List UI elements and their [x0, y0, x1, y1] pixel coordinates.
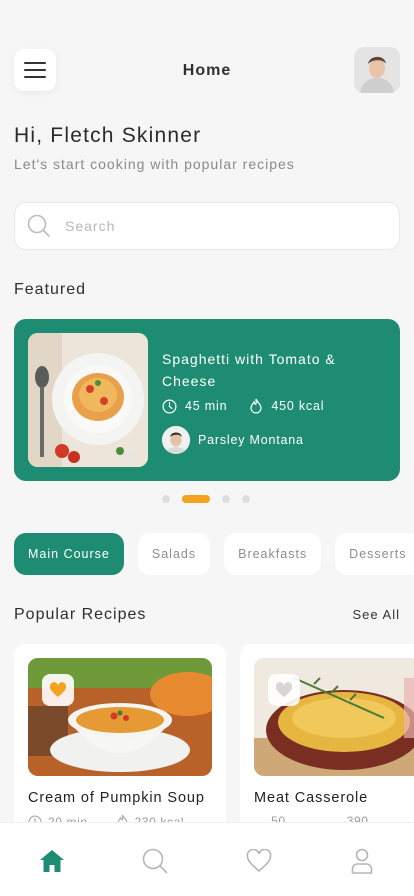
featured-recipe-title: Spaghetti with Tomato & Cheese: [162, 351, 336, 389]
see-all-link[interactable]: See All: [353, 607, 400, 622]
featured-pagination: [162, 495, 262, 503]
pagination-dot-active[interactable]: [182, 495, 210, 503]
nav-favorites[interactable]: [239, 847, 279, 875]
search-input[interactable]: [65, 218, 365, 234]
heart-icon: [246, 849, 272, 873]
recipe-name: Meat Casserole: [254, 790, 369, 806]
home-icon: [39, 850, 64, 872]
featured-recipe-meta: 45 min 450 kcal: [162, 398, 346, 414]
flame-icon: [250, 398, 262, 414]
pagination-dot[interactable]: [222, 495, 230, 503]
recipe-name: Cream of Pumpkin Soup: [28, 790, 205, 806]
search-icon: [27, 214, 50, 237]
favorite-button[interactable]: [42, 674, 74, 706]
menu-button[interactable]: [14, 49, 56, 91]
favorite-button[interactable]: [268, 674, 300, 706]
user-avatar-image: [354, 47, 400, 93]
nav-home[interactable]: [32, 847, 72, 875]
category-chip-salads[interactable]: Salads: [137, 533, 211, 575]
author-avatar: [162, 426, 190, 454]
author-name: Parsley Montana: [198, 433, 304, 447]
category-chip-breakfasts[interactable]: Breakfasts: [224, 533, 322, 575]
pagination-dot[interactable]: [162, 495, 170, 503]
featured-recipe-time: 45 min: [185, 399, 228, 413]
app-header: Home: [14, 47, 400, 93]
greeting-title: Hi, Fletch Skinner: [14, 124, 202, 147]
user-avatar[interactable]: [354, 47, 400, 93]
search-icon: [142, 848, 168, 874]
nav-search[interactable]: [135, 847, 175, 875]
featured-section-title: Featured: [14, 281, 87, 298]
clock-icon: [162, 399, 177, 413]
heart-filled-icon: [49, 682, 67, 697]
featured-recipe-card[interactable]: Spaghetti with Tomato & Cheese 45 min 45…: [14, 319, 400, 481]
category-chip-desserts[interactable]: Desserts: [335, 533, 414, 575]
profile-icon: [351, 848, 373, 874]
recipe-card[interactable]: Meat Casserole 50 min 390 kcal: [240, 644, 414, 844]
featured-recipe-image: [28, 333, 148, 467]
page-title: Home: [182, 62, 232, 79]
hamburger-menu-icon: [24, 62, 46, 78]
search-bar[interactable]: [14, 202, 400, 250]
heart-icon: [275, 682, 293, 697]
recipe-card[interactable]: Cream of Pumpkin Soup 20 min 230 kcal: [14, 644, 226, 844]
greeting-subtitle: Let's start cooking with popular recipes: [14, 156, 295, 172]
category-chips: Main Course Salads Breakfasts Desserts: [14, 533, 414, 575]
featured-recipe-author: Parsley Montana: [162, 426, 304, 454]
pagination-dot[interactable]: [242, 495, 250, 503]
category-chip-main-course[interactable]: Main Course: [14, 533, 124, 575]
bottom-navigation: [0, 822, 414, 896]
featured-recipe-calories: 450 kcal: [271, 399, 325, 413]
popular-section-title: Popular Recipes: [14, 606, 147, 623]
nav-profile[interactable]: [342, 847, 382, 875]
